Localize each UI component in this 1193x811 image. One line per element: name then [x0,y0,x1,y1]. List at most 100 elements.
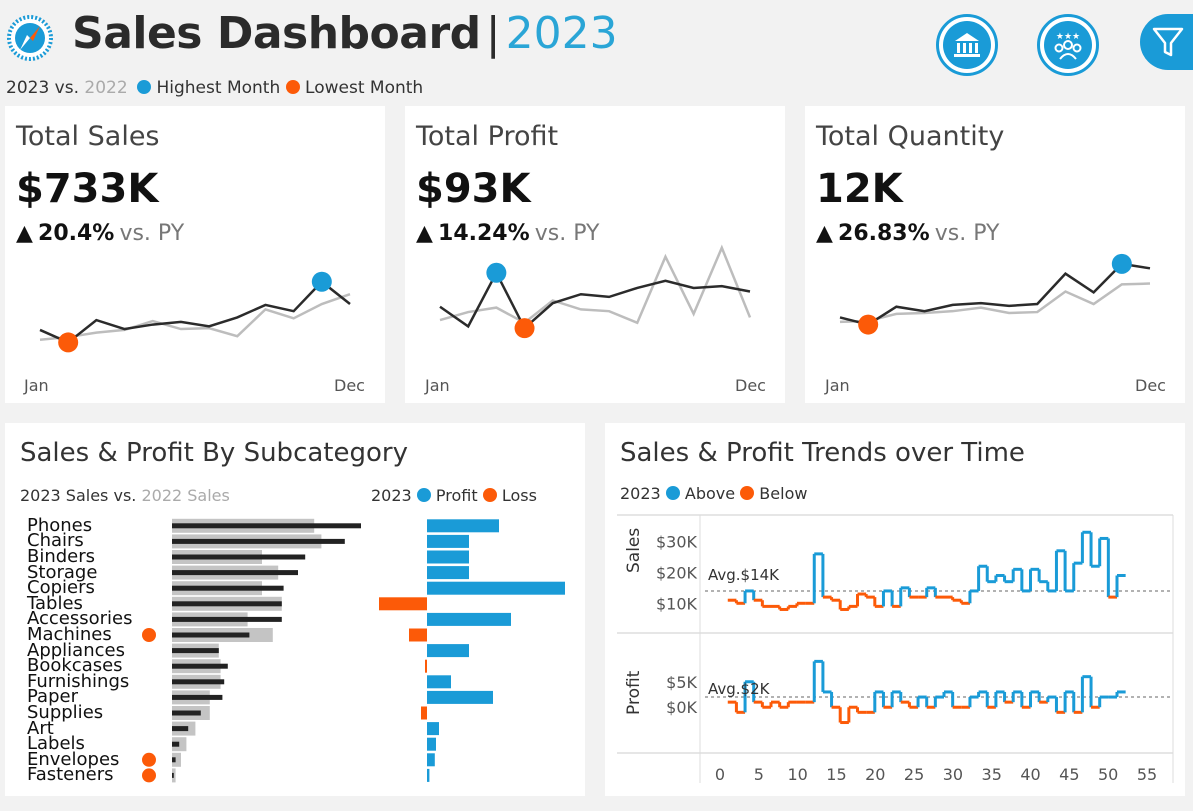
bar-2023-sales [172,757,176,763]
lowest-month-point [58,332,79,353]
bar-2023-sales [172,554,306,560]
trends-panel: Sales & Profit Trends over Time 2023 Abo… [605,423,1185,796]
loss-flag-point [142,752,156,767]
sales-sparkline [39,271,351,353]
legend-vs: vs. [54,78,79,98]
y-tick-label: $20K [656,563,698,582]
bar-profit [427,581,565,595]
highest-month-point [486,262,507,283]
x-tick-label: 15 [826,765,846,784]
y-tick-label: $0K [666,698,697,717]
lowest-dot-icon [285,80,300,94]
bar-2023-sales [172,585,284,591]
x-tick-label: 25 [904,765,924,784]
bar-2023-sales [172,726,189,732]
x-tick-label: 10 [787,765,807,784]
bar-profit [427,612,511,626]
x-tick-label: 55 [1137,765,1157,784]
x-end-label: Dec [334,376,365,395]
svg-text:★★★: ★★★ [1056,32,1080,42]
profit-avg-label: Avg.$2K [708,680,770,698]
bar-2023-sales [172,601,282,607]
title-year: 2023 [505,8,618,59]
highest-month-point [1111,253,1132,274]
x-end-label: Dec [1135,376,1166,395]
x-tick-label: 40 [1020,765,1040,784]
bar-2023-sales [172,523,361,529]
legend-lowest: Lowest Month [305,78,424,98]
y-tick-label: $5K [666,673,697,692]
x-tick-label: 0 [715,765,725,784]
x-start-label: Jan [425,376,450,395]
bar-loss [409,628,427,642]
filter-button[interactable] [1140,14,1193,70]
quantity-sparkline [839,253,1151,335]
loss-flag-point [142,628,156,642]
x-start-label: Jan [24,376,49,395]
subcategory-bars [142,518,565,783]
kpi-card-quantity: Total Quantity 12K ▲ 26.83% vs. PY Jan D… [805,106,1185,403]
customers-button[interactable]: ★★★ [1037,14,1099,76]
x-tick-label: 20 [865,765,885,784]
bar-profit [427,675,451,689]
bar-profit [427,737,436,751]
x-start-label: Jan [825,376,850,395]
bar-2023-sales [172,538,345,544]
bar-loss [425,659,427,673]
bar-2023-sales [172,741,180,747]
title-separator: | [485,8,501,59]
x-tick-label: 35 [982,765,1002,784]
bar-2023-sales [172,648,219,654]
bar-profit [427,690,493,704]
bar-profit [427,550,469,564]
y-tick-label: $10K [656,594,698,613]
bar-loss [379,597,427,611]
previous-year-line [439,244,752,325]
bar-2023-sales [172,632,250,638]
highest-dot-icon [137,80,152,94]
loss-flag-point [142,768,156,783]
x-end-label: Dec [735,376,766,395]
bar-2023-sales [172,694,223,700]
bar-profit [427,519,499,533]
filter-icon [1152,27,1184,57]
legend-previous-year: 2022 [84,78,128,98]
x-tick-label: 30 [943,765,963,784]
header-legend: 2023 vs. 2022 Highest Month Lowest Month [6,78,423,98]
bar-profit [427,722,439,736]
bar-loss [421,706,427,720]
bar-2023-sales [172,710,201,716]
kpi-card-sales: Total Sales $733K ▲ 20.4% vs. PY Jan Dec [5,106,385,403]
customers-icon: ★★★ [1044,21,1092,69]
x-tick-label: 5 [754,765,764,784]
lowest-month-point [514,318,535,339]
bar-profit [427,644,469,658]
previous-year-line [839,282,1151,324]
bar-profit [427,768,430,782]
bank-button[interactable] [936,14,998,76]
current-year-line [439,270,751,331]
kpi-card-profit: Total Profit $93K ▲ 14.24% vs. PY Jan De… [405,106,785,403]
bar-profit [427,566,469,580]
bar-2023-sales [172,616,282,622]
trends-chart: 0 5 10 15 20 25 30 35 40 45 50 55 $10K $20K $30K $0K $5K [617,514,1174,784]
x-tick-label: 50 [1098,765,1118,784]
sales-avg-label: Avg.$14K [708,566,780,584]
legend-highest: Highest Month [156,78,281,98]
compass-icon [6,14,54,62]
page-title: Sales Dashboard [72,8,481,59]
y-tick-label: $30K [656,533,698,552]
subcategory-panel: Sales & Profit By Subcategory 2023 Sales… [5,423,585,796]
highest-month-point [311,271,332,292]
bar-2023-sales [172,663,228,669]
bar-profit [427,534,469,548]
bar-2023-sales [172,570,298,576]
legend-current-year: 2023 [6,78,50,98]
bar-2023-sales [172,679,225,685]
x-tick-label: 45 [1059,765,1079,784]
bank-icon [943,21,991,69]
profit-sparkline [439,244,752,339]
bar-2023-sales [172,772,174,778]
lowest-month-point [858,314,879,335]
bar-profit [427,753,435,767]
